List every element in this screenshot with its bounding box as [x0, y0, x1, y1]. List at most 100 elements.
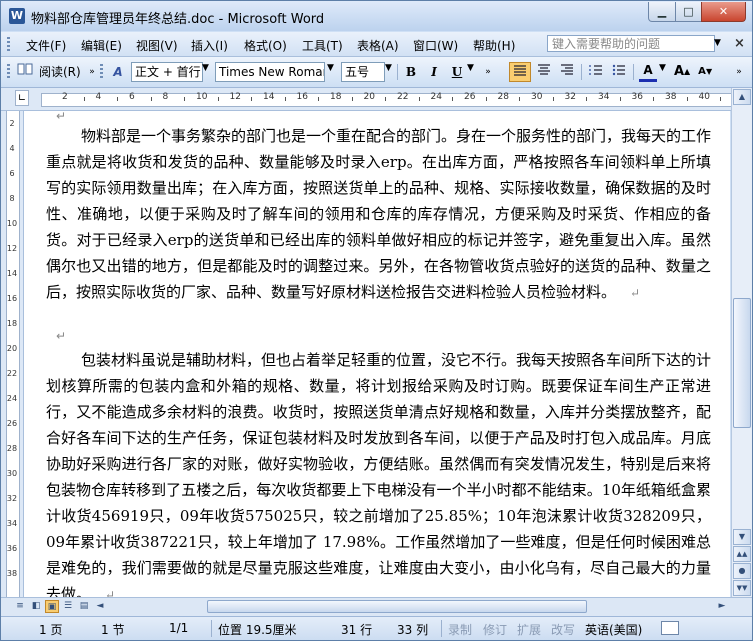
print-layout-view-icon[interactable]: ▣	[45, 600, 59, 613]
toolbar-options-icon[interactable]: »	[733, 62, 745, 82]
font-combo[interactable]: Times New Roman	[215, 62, 325, 82]
horizontal-ruler: ∟ 2 4 6 8 10 12 14 16 18 20 22 24 26 28 30 32 34 36 38 40	[1, 88, 752, 111]
ruler-tick	[418, 97, 420, 101]
tab-stop-selector-icon[interactable]: ∟	[15, 90, 29, 106]
style-dropdown-icon[interactable]: ▼	[202, 63, 209, 73]
ruler-number: 40	[698, 92, 710, 102]
ruler-number: 24	[430, 92, 442, 102]
menu-window[interactable]: 窗口(W)	[413, 37, 458, 54]
horizontal-scroll-thumb[interactable]	[207, 600, 587, 613]
menu-format[interactable]: 格式(O)	[244, 37, 287, 54]
minimize-button[interactable]: ▁	[648, 2, 676, 22]
spelling-status-icon[interactable]	[661, 621, 679, 635]
underline-dropdown-icon[interactable]: ▼	[467, 63, 474, 73]
paragraph-mark-top: ↵	[56, 111, 67, 123]
ruler-bar[interactable]	[41, 93, 733, 107]
document-paragraph-2[interactable]: 包装材料虽说是辅助材料，但也占着举足轻重的位置，没它不行。我每天按照各车间所下达…	[46, 347, 711, 597]
menu-help[interactable]: 帮助(H)	[473, 37, 515, 54]
maximize-button[interactable]: □	[675, 2, 702, 22]
justify-icon	[514, 65, 526, 76]
toolbar-overflow-2-icon[interactable]: »	[483, 62, 493, 82]
status-record[interactable]: 录制	[448, 621, 472, 638]
outline-view-icon[interactable]: ☰	[61, 600, 75, 613]
status-language[interactable]: 英语(美国)	[585, 621, 642, 638]
help-search-input[interactable]: 键入需要帮助的问题	[547, 35, 715, 52]
menu-tools[interactable]: 工具(T)	[302, 37, 343, 54]
styles-formatting-icon[interactable]: A	[108, 62, 128, 82]
ruler-tick	[117, 97, 119, 101]
next-page-icon[interactable]: ▼▼	[733, 580, 751, 596]
paragraph-1-text: 物料部是一个事务繁杂的部门也是一个重在配合的部门。身在一个服务性的部门，我每天的…	[46, 127, 712, 301]
font-color-dropdown-icon[interactable]: ▼	[659, 63, 666, 73]
menu-view[interactable]: 视图(V)	[136, 37, 178, 54]
bullets-button[interactable]	[609, 62, 629, 82]
ruler-tick	[150, 97, 152, 101]
menu-bar: 文件(F) 编辑(E) 视图(V) 插入(I) 格式(O) 工具(T) 表格(A…	[1, 32, 752, 57]
ruler-tick	[184, 97, 186, 101]
web-view-icon[interactable]: ◧	[29, 600, 43, 613]
previous-page-icon[interactable]: ▲▲	[733, 546, 751, 562]
menubar-grip-icon[interactable]	[7, 37, 10, 51]
horizontal-scroll-row: ≡ ◧ ▣ ☰ ▤ ◄ ►	[1, 597, 752, 616]
ruler-tick	[720, 97, 722, 101]
ruler-tick	[452, 97, 454, 101]
justify-button[interactable]	[509, 62, 531, 82]
status-track-changes[interactable]: 修订	[483, 621, 507, 638]
font-color-button[interactable]: A	[639, 62, 657, 82]
style-combo[interactable]: 正文 + 首行	[131, 62, 203, 82]
italic-button[interactable]: I	[425, 62, 443, 82]
ruler-tick	[217, 97, 219, 101]
word-window: W 物料部仓库管理员年终总结.doc - Microsoft Word ▁ □ …	[0, 0, 753, 641]
font-size-dropdown-icon[interactable]: ▼	[385, 63, 392, 73]
help-dropdown-icon[interactable]: ▼	[714, 38, 721, 48]
ruler-number: 26	[464, 92, 476, 102]
ruler-tick	[586, 97, 588, 101]
status-extend[interactable]: 扩展	[517, 621, 541, 638]
status-bar: 1 页 1 节 1/1 位置 19.5厘米 31 行 33 列 录制 修订 扩展…	[1, 616, 752, 640]
scroll-up-icon[interactable]: ▲	[733, 89, 751, 105]
ruler-tick	[83, 97, 85, 101]
ruler-number: 32	[564, 92, 576, 102]
reading-view-icon[interactable]: ▤	[77, 600, 91, 613]
scroll-right-icon[interactable]: ►	[715, 600, 729, 613]
vertical-ruler-number: 20	[6, 344, 18, 353]
status-section: 1 节	[101, 623, 125, 637]
document-page[interactable]: ↵ 物料部是一个事务繁杂的部门也是一个重在配合的部门。身在一个服务性的部门，我每…	[24, 111, 730, 597]
select-browse-object-icon[interactable]: ●	[733, 563, 751, 579]
ruler-tick	[251, 97, 253, 101]
align-right-button[interactable]	[557, 62, 577, 82]
ruler-tick	[686, 97, 688, 101]
scroll-left-icon[interactable]: ◄	[93, 600, 107, 613]
toolbar-grip-2-icon[interactable]	[100, 64, 103, 80]
align-center-button[interactable]	[534, 62, 554, 82]
vertical-scroll-thumb[interactable]	[733, 298, 751, 428]
normal-view-icon[interactable]: ≡	[13, 600, 27, 613]
menu-insert[interactable]: 插入(I)	[191, 37, 228, 54]
menu-edit[interactable]: 编辑(E)	[81, 37, 122, 54]
vertical-scrollbar[interactable]: ▲ ▼ ▲▲ ● ▼▼	[731, 88, 752, 597]
numbering-button[interactable]	[586, 62, 606, 82]
toolbar-grip-icon[interactable]	[7, 64, 10, 80]
status-overtype[interactable]: 改写	[551, 621, 575, 638]
vertical-ruler-number: 12	[6, 244, 18, 253]
font-dropdown-icon[interactable]: ▼	[327, 63, 334, 73]
toolbar-overflow-icon[interactable]: »	[87, 62, 97, 82]
ruler-tick	[653, 97, 655, 101]
status-separator-2	[441, 620, 442, 637]
vertical-ruler-number: 36	[6, 544, 18, 553]
document-close-icon[interactable]: ×	[734, 36, 745, 51]
menu-table[interactable]: 表格(A)	[357, 37, 399, 54]
reading-layout-icon[interactable]	[16, 62, 34, 82]
shrink-font-arrow-icon: ▼	[706, 67, 713, 76]
bold-button[interactable]: B	[402, 62, 420, 82]
document-paragraph-1[interactable]: 物料部是一个事务繁杂的部门也是一个重在配合的部门。身在一个服务性的部门，我每天的…	[46, 123, 711, 306]
font-size-combo[interactable]: 五号	[341, 62, 385, 82]
menu-file[interactable]: 文件(F)	[26, 37, 66, 54]
word-app-icon[interactable]: W	[9, 8, 25, 24]
status-page: 1 页	[39, 623, 63, 637]
ruler-number: 28	[497, 92, 509, 102]
underline-button[interactable]: U	[448, 62, 466, 82]
close-button[interactable]: ✕	[701, 2, 746, 22]
scroll-down-icon[interactable]: ▼	[733, 529, 751, 545]
reading-mode-button[interactable]: 阅读(R)	[39, 62, 85, 82]
